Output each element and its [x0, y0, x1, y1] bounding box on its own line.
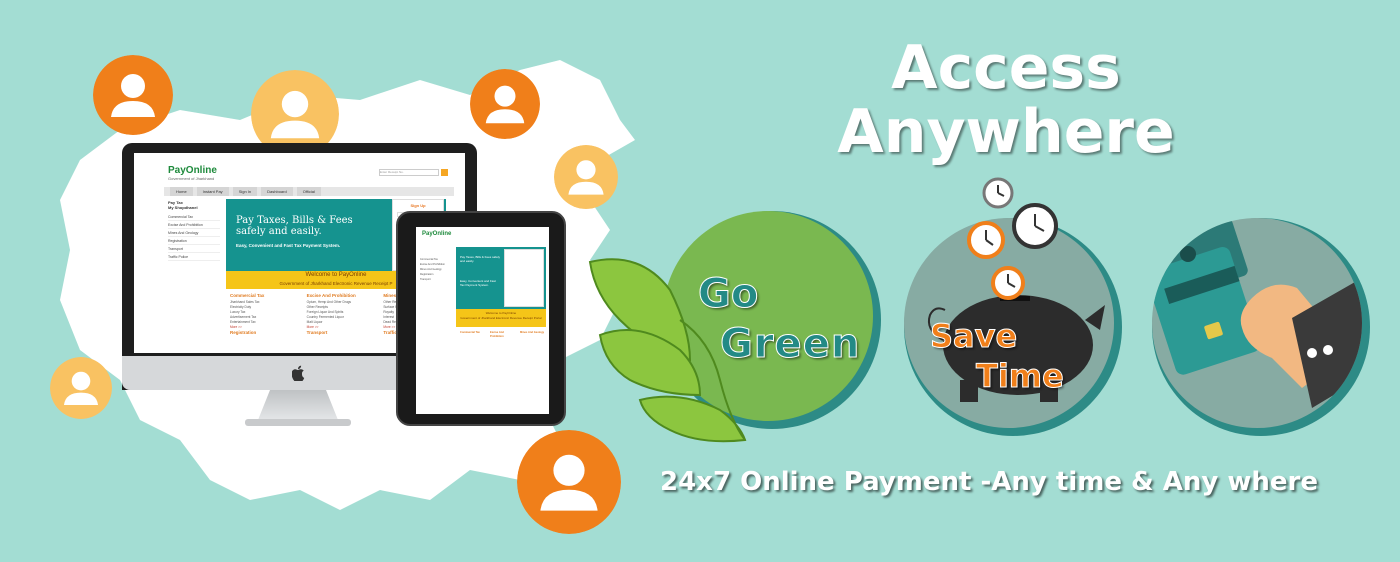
site-logo: PayOnline Government of Jharkhand: [168, 165, 217, 181]
user-avatar-icon: [50, 357, 112, 419]
tablet-website-screenshot: PayOnline Commercial Tax Excise And Proh…: [416, 227, 549, 414]
tablet-site-sidebar: Commercial Tax Excise And Prohibition Mi…: [420, 257, 452, 282]
site-column-title: Commercial Tax: [230, 293, 265, 298]
go-label: Go: [697, 271, 759, 317]
user-avatar-icon: [470, 69, 540, 139]
site-sidebar-item: Commercial Tax: [168, 213, 220, 221]
site-sidebar-item: Excise And Prohibition: [168, 221, 220, 229]
tablet-signup-box: [504, 249, 544, 307]
site-nav-item: Sign In: [232, 187, 258, 196]
site-column-title: Transport: [306, 330, 328, 335]
site-nav-item: Dashboard: [261, 187, 293, 196]
site-nav-item: Home: [170, 187, 193, 196]
site-service-column: Excise And Prohibition Opium, Hemp And O…: [307, 293, 370, 337]
headline-line-1: Access: [891, 33, 1121, 103]
green-label: Green: [719, 321, 861, 367]
tablet-column-title: Mines And Geology: [520, 331, 545, 334]
monitor-stand: [258, 390, 338, 420]
site-search-input: Enter Receipt No.: [379, 169, 439, 176]
time-label: Time: [976, 357, 1065, 395]
site-column-title: Excise And Prohibition: [306, 293, 356, 298]
site-nav-item: Official: [296, 187, 321, 196]
apple-logo-icon: [292, 365, 305, 381]
tablet-service-columns: Commercial Tax Excise And Prohibition Mi…: [460, 331, 546, 339]
headline: Access Anywhere: [806, 36, 1206, 164]
user-avatar-icon: [517, 430, 621, 534]
site-signup-title: Sign Up: [410, 203, 426, 208]
site-sidebar-item: Traffic Police: [168, 253, 220, 261]
site-sidebar-item: Transport: [168, 245, 220, 253]
tablet-column-title: Commercial Tax: [460, 331, 480, 334]
site-sidebar-title: Pay Tax My Shopdhanel: [168, 200, 198, 210]
headline-line-2: Anywhere: [837, 97, 1175, 167]
tablet-welcome-bar: Welcome to PayOnline Government of Jhark…: [456, 309, 546, 327]
tablet-banner-title: Pay Taxes, Bills & Fees safely and easil…: [460, 255, 500, 263]
tablet-site-logo: PayOnline: [422, 231, 452, 237]
tablet-column-title: Excise And Prohibition: [490, 331, 504, 338]
site-column-title: Registration: [230, 330, 257, 335]
site-banner-title: Pay Taxes, Bills & Fees safely and easil…: [236, 215, 353, 237]
user-avatar-icon: [554, 145, 618, 209]
site-logo-text: PayOnline: [168, 165, 217, 176]
site-logo-sub: Government of Jharkhand: [168, 176, 215, 181]
site-search-button: [441, 169, 448, 176]
site-sidebar-item: Mines And Geology: [168, 229, 220, 237]
monitor-stand-base: [245, 419, 351, 426]
site-nav-item: Instant Pay: [196, 187, 229, 196]
site-service-column: Commercial Tax Jharkhand Sales Tax Elect…: [230, 293, 293, 337]
go-green-circle: [663, 211, 881, 429]
save-label: Save: [929, 317, 1018, 355]
tablet-sidebar-item: Transport: [420, 278, 431, 281]
user-avatar-icon: [93, 55, 173, 135]
tablet-device: PayOnline Commercial Tax Excise And Proh…: [396, 211, 566, 426]
tagline: 24x7 Online Payment -Any time & Any wher…: [660, 467, 1319, 497]
card-payment-circle: [1152, 218, 1370, 436]
site-sidebar-title-2: My Shopdhanel: [168, 205, 198, 210]
card-payment-icon: [1152, 218, 1362, 408]
site-nav: Home Instant Pay Sign In Dashboard Offic…: [164, 187, 454, 196]
site-sidebar-item: Registration: [168, 237, 220, 245]
site-sidebar: Commercial Tax Excise And Prohibition Mi…: [168, 213, 220, 261]
site-banner-subtitle: Easy, Convenient and Fast Tax Payment Sy…: [236, 243, 341, 248]
tablet-banner-subtitle: Easy, Convenient and Fast Tax Payment Sy…: [460, 279, 496, 287]
tablet-welcome-subtitle: Government of Jharkhand Electronic Reven…: [460, 316, 542, 320]
